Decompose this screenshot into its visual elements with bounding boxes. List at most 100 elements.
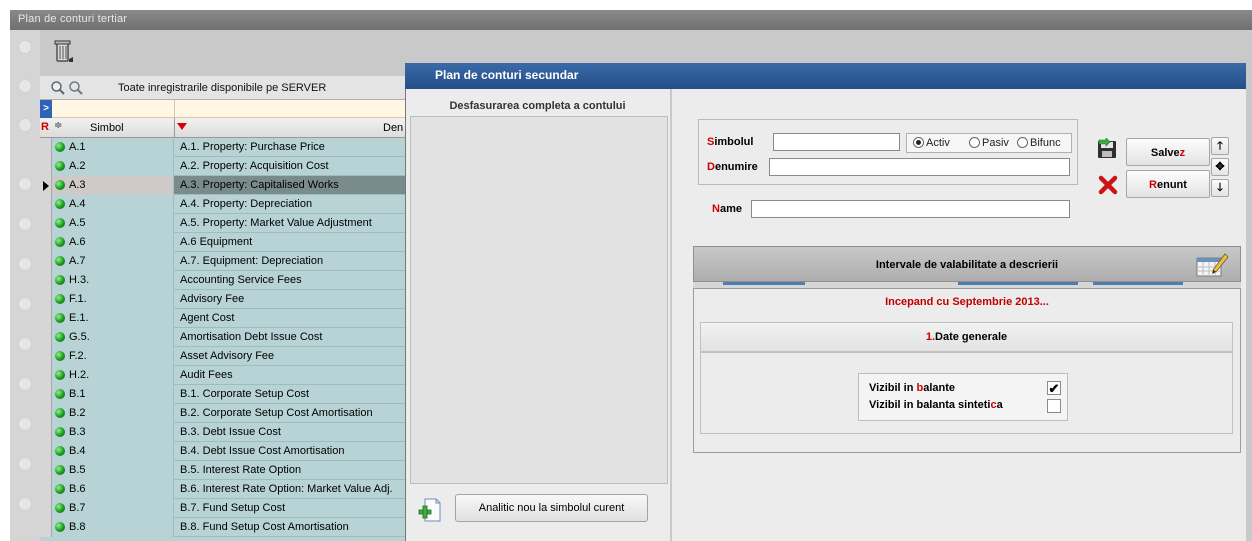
simbol-cell[interactable]: A.1 <box>52 138 174 157</box>
cancel-button[interactable]: Renunt <box>1126 170 1210 198</box>
account-tree[interactable] <box>410 116 668 484</box>
simbol-cell[interactable]: H.2. <box>52 366 174 385</box>
table-row[interactable]: H.2. Audit Fees <box>40 366 405 385</box>
simbol-cell[interactable]: H.3. <box>52 271 174 290</box>
radio-bifunc-indicator[interactable] <box>1017 137 1028 148</box>
move-center-button[interactable]: ✥ <box>1211 158 1229 176</box>
simbol-cell[interactable]: B.1 <box>52 385 174 404</box>
table-row[interactable]: F.1. Advisory Fee <box>40 290 405 309</box>
simbol-cell[interactable]: B.8 <box>52 518 174 537</box>
table-row[interactable]: G.5. Amortisation Debt Issue Cost <box>40 328 405 347</box>
table-row[interactable]: A.4 A.4. Property: Depreciation <box>40 195 405 214</box>
row-indicator[interactable] <box>40 347 52 366</box>
simbol-cell[interactable]: F.2. <box>52 347 174 366</box>
name-input[interactable] <box>751 200 1070 218</box>
row-indicator[interactable] <box>40 252 52 271</box>
simbol-cell[interactable]: A.4 <box>52 195 174 214</box>
table-row[interactable]: B.6 B.6. Interest Rate Option: Market Val… <box>40 480 405 499</box>
table-row[interactable]: H.3. Accounting Service Fees <box>40 271 405 290</box>
simbol-cell[interactable]: A.7 <box>52 252 174 271</box>
column-header-denumire[interactable]: Den <box>383 122 403 134</box>
table-row[interactable]: E.1. Agent Cost <box>40 309 405 328</box>
table-row[interactable]: A.2 A.2. Property: Acquisition Cost <box>40 157 405 176</box>
simbol-cell[interactable]: B.3 <box>52 423 174 442</box>
row-indicator[interactable] <box>40 423 52 442</box>
row-indicator[interactable] <box>40 157 52 176</box>
simbol-cell[interactable]: F.1. <box>52 290 174 309</box>
new-analytic-button[interactable]: Analitic nou la simbolul curent <box>455 494 648 522</box>
column-header-r[interactable]: R <box>41 121 49 133</box>
simbol-cell[interactable]: A.5 <box>52 214 174 233</box>
row-indicator[interactable] <box>40 442 52 461</box>
sort-icon[interactable]: ≑ <box>54 120 62 131</box>
column-divider[interactable] <box>174 118 175 138</box>
row-indicator[interactable] <box>40 518 52 537</box>
edit-calendar-icon[interactable] <box>1195 250 1229 278</box>
table-row[interactable]: A.1 A.1. Property: Purchase Price <box>40 138 405 157</box>
row-indicator[interactable] <box>40 214 52 233</box>
trash-icon[interactable] <box>53 38 75 64</box>
cancel-icon[interactable] <box>1098 175 1118 195</box>
row-indicator[interactable] <box>40 366 52 385</box>
radio-pasiv-indicator[interactable] <box>969 137 980 148</box>
add-document-icon[interactable] <box>418 497 442 523</box>
row-indicator[interactable] <box>40 404 52 423</box>
simbol-cell[interactable]: E.1. <box>52 309 174 328</box>
simbol-cell[interactable]: A.2 <box>52 157 174 176</box>
simbol-input[interactable] <box>773 133 900 151</box>
radio-activ-indicator[interactable] <box>913 137 924 148</box>
section-date-generale[interactable]: 1.Date generale <box>700 322 1233 352</box>
row-indicator[interactable] <box>40 195 52 214</box>
simbol-cell[interactable]: B.4 <box>52 442 174 461</box>
move-down-button[interactable]: 🡓 <box>1211 179 1229 197</box>
table-row[interactable]: B.3 B.3. Debt Issue Cost <box>40 423 405 442</box>
search-server-icon[interactable] <box>68 80 84 96</box>
denumire-input[interactable] <box>769 158 1070 176</box>
row-indicator[interactable] <box>40 499 52 518</box>
row-indicator[interactable] <box>40 480 52 499</box>
visible-balance-checkbox[interactable]: ✔ <box>1047 381 1061 395</box>
simbol-cell[interactable]: B.2 <box>52 404 174 423</box>
save-button[interactable]: Salvez <box>1126 138 1210 166</box>
row-indicator[interactable] <box>40 233 52 252</box>
row-indicator[interactable] <box>40 461 52 480</box>
radio-pasiv[interactable]: Pasiv <box>969 137 1009 149</box>
simbol-cell[interactable]: A.6 <box>52 233 174 252</box>
simbol-cell[interactable]: B.7 <box>52 499 174 518</box>
row-indicator[interactable] <box>40 138 52 157</box>
table-row[interactable]: B.8 B.8. Fund Setup Cost Amortisation <box>40 518 405 537</box>
column-header-simbol[interactable]: Simbol <box>90 122 124 134</box>
row-indicator[interactable] <box>40 290 52 309</box>
simbol-cell[interactable]: B.5 <box>52 461 174 480</box>
filter-row[interactable]: > <box>40 100 405 118</box>
table-row[interactable]: B.1 B.1. Corporate Setup Cost <box>40 385 405 404</box>
simbol-cell[interactable]: B.6 <box>52 480 174 499</box>
sort-desc-icon[interactable] <box>177 123 187 130</box>
validity-tab[interactable] <box>723 282 805 285</box>
pane-splitter[interactable] <box>670 89 672 541</box>
radio-bifunc[interactable]: Bifunc <box>1017 137 1061 149</box>
row-indicator[interactable] <box>40 176 52 195</box>
row-indicator[interactable] <box>40 328 52 347</box>
validity-tab[interactable] <box>958 282 1078 285</box>
table-row[interactable]: B.2 B.2. Corporate Setup Cost Amortisatio… <box>40 404 405 423</box>
row-indicator[interactable] <box>40 385 52 404</box>
move-up-button[interactable]: 🡑 <box>1211 137 1229 155</box>
table-row[interactable]: B.4 B.4. Debt Issue Cost Amortisation <box>40 442 405 461</box>
simbol-cell[interactable]: A.3 <box>52 176 174 195</box>
table-row[interactable]: A.7 A.7. Equipment: Depreciation <box>40 252 405 271</box>
table-row[interactable]: F.2. Asset Advisory Fee <box>40 347 405 366</box>
search-icon[interactable] <box>50 80 66 96</box>
save-icon[interactable] <box>1096 138 1118 160</box>
validity-tab[interactable] <box>1093 282 1183 285</box>
row-indicator[interactable] <box>40 271 52 290</box>
visible-synthetic-checkbox[interactable] <box>1047 399 1061 413</box>
validity-since-label[interactable]: Incepand cu Septembrie 2013... <box>693 296 1241 308</box>
table-row[interactable]: A.6 A.6 Equipment <box>40 233 405 252</box>
table-row[interactable]: B.7 B.7. Fund Setup Cost <box>40 499 405 518</box>
table-row[interactable]: A.5 A.5. Property: Market Value Adjustmen… <box>40 214 405 233</box>
simbol-cell[interactable]: G.5. <box>52 328 174 347</box>
table-row[interactable]: B.5 B.5. Interest Rate Option <box>40 461 405 480</box>
row-indicator[interactable] <box>40 309 52 328</box>
radio-activ[interactable]: Activ <box>913 137 950 149</box>
